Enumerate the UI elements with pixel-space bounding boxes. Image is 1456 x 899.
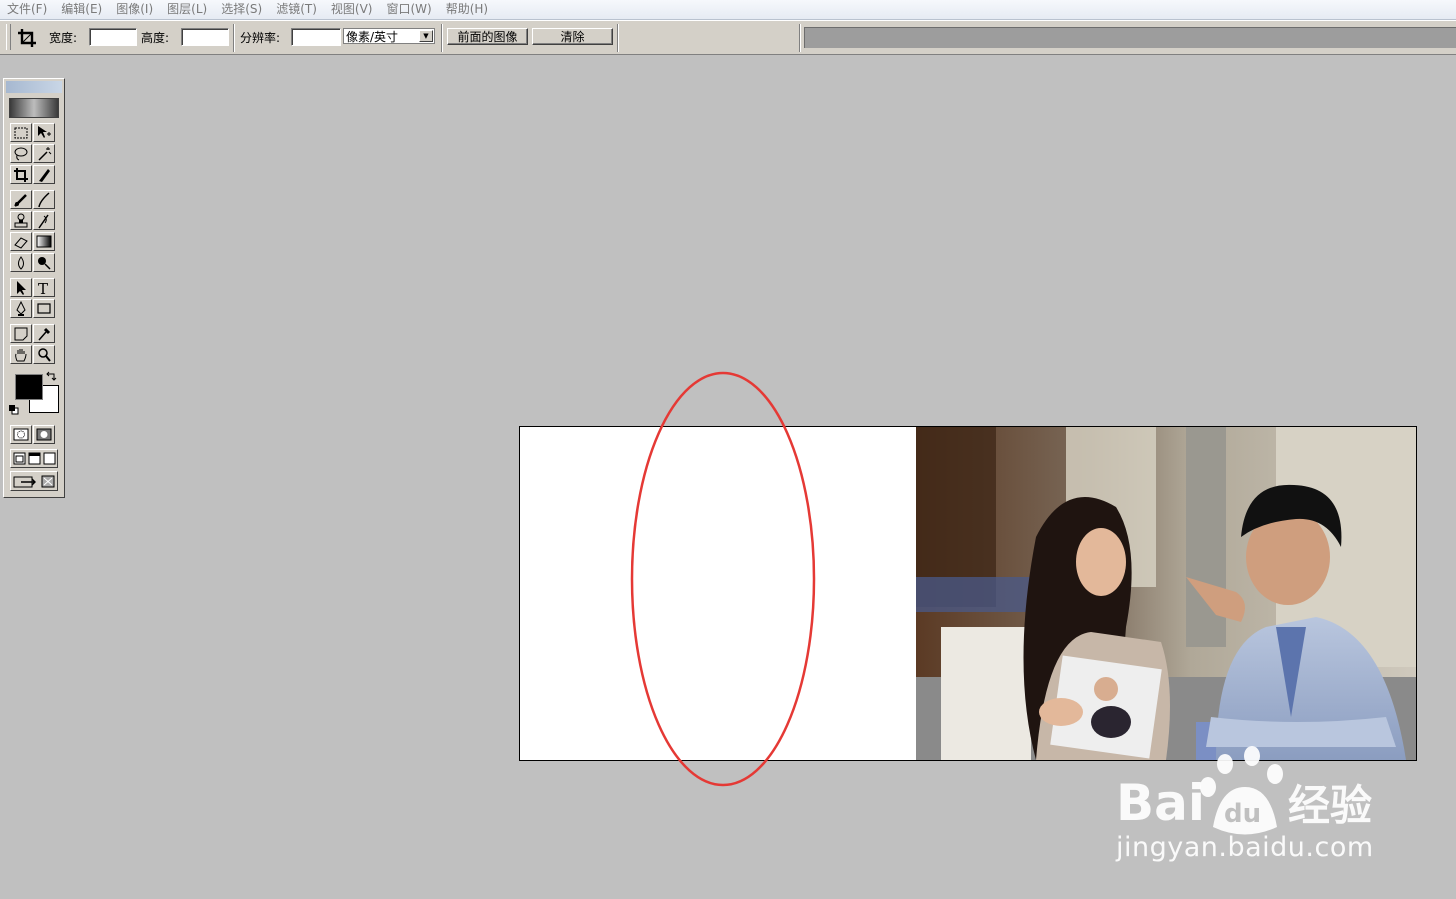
- front-image-button[interactable]: 前面的图像: [447, 28, 528, 45]
- marquee-tool[interactable]: [10, 123, 32, 142]
- color-swatches: [9, 371, 59, 415]
- slice-tool[interactable]: [33, 165, 55, 184]
- gradient-tool[interactable]: [33, 232, 55, 251]
- standard-mode-button[interactable]: [10, 425, 32, 444]
- height-label: 高度:: [141, 31, 170, 45]
- photo-image: [916, 427, 1416, 760]
- type-icon: T: [38, 280, 48, 296]
- default-colors-icon[interactable]: [9, 405, 19, 415]
- palette-well: [804, 27, 1456, 48]
- swap-colors-icon[interactable]: [45, 371, 57, 382]
- svg-text:Bai: Bai: [1116, 774, 1205, 832]
- menu-filter[interactable]: 滤镜(T): [269, 0, 324, 19]
- zoom-icon: [38, 348, 51, 362]
- toolbox: T: [3, 78, 65, 498]
- resolution-field[interactable]: [291, 28, 341, 46]
- type-tool[interactable]: T: [33, 278, 55, 297]
- unit-select-value: 像素/英寸: [346, 30, 399, 44]
- chevron-down-icon[interactable]: ▼: [419, 30, 433, 42]
- width-label: 宽度:: [49, 31, 78, 45]
- pen-tool[interactable]: [10, 299, 32, 318]
- resolution-label: 分辨率:: [240, 31, 281, 45]
- healing-brush-icon: [14, 194, 27, 207]
- move-icon: [38, 126, 51, 138]
- history-brush-icon: [38, 214, 49, 229]
- eyedropper-tool[interactable]: [33, 324, 55, 343]
- clear-button[interactable]: 清除: [532, 28, 613, 45]
- standard-mode-icon: [13, 428, 29, 441]
- history-brush-tool[interactable]: [33, 211, 55, 230]
- menu-image[interactable]: 图像(I): [109, 0, 160, 19]
- blur-icon: [18, 256, 24, 270]
- magic-wand-tool[interactable]: [33, 144, 55, 163]
- crop-icon[interactable]: [16, 27, 38, 49]
- separator: [441, 24, 443, 52]
- height-field[interactable]: [181, 28, 229, 46]
- menu-edit[interactable]: 编辑(E): [54, 0, 109, 19]
- move-tool[interactable]: [33, 123, 55, 142]
- eraser-tool[interactable]: [10, 232, 32, 251]
- lasso-icon: [14, 147, 28, 161]
- unit-select[interactable]: 像素/英寸 ▼: [343, 28, 435, 44]
- hand-tool[interactable]: [10, 345, 32, 364]
- menu-layer[interactable]: 图层(L): [160, 0, 214, 19]
- path-select-tool[interactable]: [10, 278, 32, 297]
- document-canvas[interactable]: [519, 426, 1417, 761]
- menu-view[interactable]: 视图(V): [324, 0, 380, 19]
- quickmask-mode-button[interactable]: [33, 425, 55, 444]
- width-field[interactable]: [89, 28, 137, 46]
- svg-text:T: T: [38, 280, 48, 296]
- shape-icon: [37, 303, 51, 314]
- gradient-icon: [36, 235, 52, 248]
- eyedropper-icon: [38, 327, 51, 341]
- screen-mode-group: [10, 449, 58, 468]
- menu-select[interactable]: 选择(S): [214, 0, 269, 19]
- marquee-icon: [14, 127, 28, 139]
- stamp-tool[interactable]: [10, 211, 32, 230]
- blur-tool[interactable]: [10, 253, 32, 272]
- zoom-tool[interactable]: [33, 345, 55, 364]
- toolbox-titlebar[interactable]: [6, 81, 62, 93]
- separator: [617, 24, 619, 52]
- quickmask-mode-icon: [36, 428, 52, 441]
- foreground-color-swatch[interactable]: [15, 374, 43, 400]
- notes-icon: [14, 327, 28, 341]
- jump-to-imageready-icon: [13, 475, 55, 488]
- menu-window[interactable]: 窗口(W): [379, 0, 438, 19]
- hand-icon: [15, 349, 27, 362]
- dodge-tool[interactable]: [33, 253, 55, 272]
- stamp-icon: [14, 213, 28, 228]
- svg-text:du: du: [1224, 799, 1261, 829]
- slice-icon: [39, 169, 50, 182]
- app-logo-icon[interactable]: [9, 98, 59, 118]
- screen-mode-icon[interactable]: [13, 452, 57, 465]
- crop-tool-icon: [14, 168, 28, 182]
- options-bar-grip[interactable]: [6, 24, 11, 50]
- menu-file[interactable]: 文件(F): [0, 0, 54, 19]
- crop-tool[interactable]: [10, 165, 32, 184]
- magic-wand-icon: [38, 147, 52, 161]
- menu-help[interactable]: 帮助(H): [439, 0, 495, 19]
- notes-tool[interactable]: [10, 324, 32, 343]
- jump-to-imageready-button[interactable]: [10, 471, 58, 491]
- brush-tool[interactable]: [33, 190, 55, 209]
- eraser-icon: [14, 237, 28, 249]
- shape-tool[interactable]: [33, 299, 55, 318]
- brush-icon: [38, 192, 50, 208]
- svg-text:经验: 经验: [1288, 781, 1372, 830]
- dodge-icon: [38, 257, 51, 270]
- lasso-tool[interactable]: [10, 144, 32, 163]
- healing-brush-tool[interactable]: [10, 190, 32, 209]
- separator: [799, 24, 801, 52]
- pen-icon: [16, 301, 26, 316]
- menu-bar: 文件(F) 编辑(E) 图像(I) 图层(L) 选择(S) 滤镜(T) 视图(V…: [0, 0, 1456, 20]
- watermark-url: jingyan.baidu.com: [1116, 832, 1374, 863]
- path-select-icon: [17, 281, 26, 295]
- separator: [233, 24, 235, 52]
